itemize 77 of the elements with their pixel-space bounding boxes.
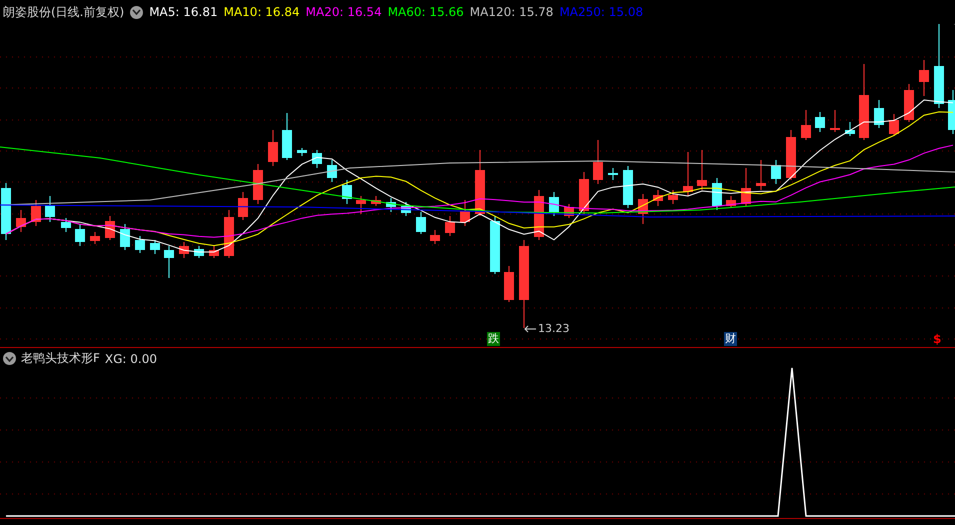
- low-price-label: 13.23: [538, 322, 570, 335]
- candle: [327, 160, 337, 182]
- candle: [564, 204, 574, 218]
- candle: [268, 130, 278, 166]
- candle: [61, 218, 71, 232]
- candle: [297, 148, 307, 156]
- candle: [874, 100, 884, 128]
- candle: [31, 200, 41, 226]
- ma-legend-label: MA20: 16.54: [306, 5, 382, 19]
- candle: [889, 114, 899, 136]
- candle: [845, 122, 855, 136]
- candle: [386, 198, 396, 212]
- event-tag[interactable]: 财: [724, 332, 737, 346]
- ma-legend-label: MA60: 15.66: [388, 5, 464, 19]
- ma-legend-label: MA120: 15.78: [470, 5, 554, 19]
- candle: [771, 160, 781, 184]
- candle: [801, 110, 811, 140]
- candle: [490, 216, 500, 274]
- candle: [356, 196, 366, 214]
- candle: [608, 168, 618, 180]
- candle: [683, 152, 693, 196]
- event-tag[interactable]: 跌: [487, 332, 500, 346]
- chart-title: 朗姿股份(日线.前复权): [3, 4, 124, 20]
- candle: [504, 266, 514, 302]
- candle: [756, 160, 766, 190]
- candle: [726, 196, 736, 208]
- candle: [430, 230, 440, 244]
- dropdown-icon[interactable]: [3, 352, 16, 365]
- candle: [253, 164, 263, 204]
- candle: [342, 180, 352, 204]
- candle: [401, 202, 411, 216]
- candle: [668, 190, 678, 204]
- candle: [919, 60, 929, 96]
- candle: [830, 110, 840, 132]
- candle: [638, 194, 648, 224]
- candle: [120, 224, 130, 250]
- ma-legend-label: MA5: 16.81: [149, 5, 218, 19]
- candle: [623, 166, 633, 208]
- candle: [741, 168, 751, 206]
- candle: [1, 182, 11, 240]
- candle: [460, 200, 470, 226]
- candle: [416, 212, 426, 234]
- candle: [179, 242, 189, 258]
- indicator-name: 老鸭头技术形F: [21, 350, 100, 367]
- candle: [697, 150, 707, 190]
- candle: [948, 90, 955, 134]
- ma-legend-label: MA10: 16.84: [224, 5, 300, 19]
- candle: [371, 196, 381, 206]
- candle: [579, 172, 589, 214]
- candle: [653, 190, 663, 206]
- indicator-value: XG: 0.00: [104, 352, 158, 366]
- candle: [75, 224, 85, 246]
- candle: [475, 150, 485, 216]
- ma-legend-label: MA250: 15.08: [559, 5, 644, 19]
- candle: [904, 84, 914, 122]
- candle: [209, 246, 219, 258]
- event-sign[interactable]: $: [933, 332, 942, 346]
- candle: [312, 150, 322, 168]
- candle: [786, 130, 796, 180]
- candle: [712, 178, 722, 210]
- candle: [16, 210, 26, 232]
- candle: [135, 236, 145, 254]
- candle: [90, 232, 100, 244]
- candle: [282, 112, 292, 160]
- candle: [150, 240, 160, 254]
- candle: [238, 192, 248, 220]
- candle: [549, 192, 559, 216]
- candle: [164, 246, 174, 278]
- arrow-icon: [524, 325, 536, 333]
- candle: [593, 140, 603, 184]
- candle: [445, 216, 455, 236]
- candle: [194, 246, 204, 258]
- candle: [224, 210, 234, 258]
- candle: [45, 196, 55, 222]
- candle: [105, 216, 115, 240]
- candle: [815, 112, 825, 132]
- dropdown-icon[interactable]: [130, 6, 144, 18]
